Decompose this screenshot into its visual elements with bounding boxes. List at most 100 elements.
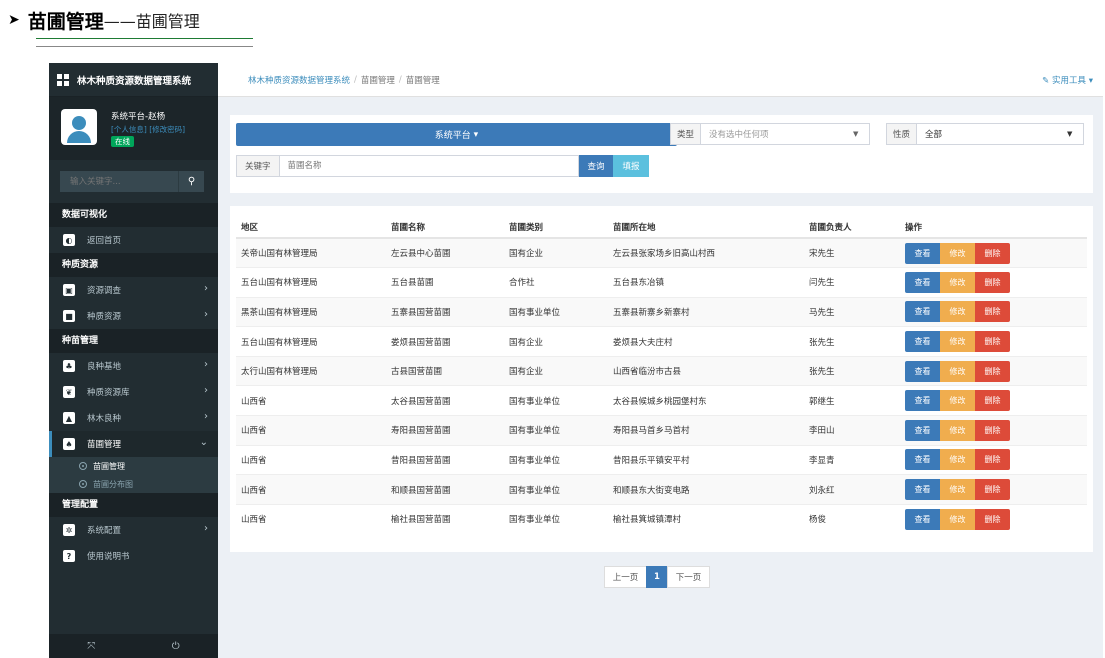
- column-header: 苗圃类别: [504, 216, 608, 239]
- chevron-down-icon: ▼: [1067, 130, 1073, 138]
- edit-button[interactable]: 修改: [940, 390, 975, 412]
- sidebar-search-input[interactable]: [60, 171, 178, 192]
- keyword-input[interactable]: [279, 156, 578, 176]
- delete-button[interactable]: 删除: [975, 301, 1010, 323]
- add-button[interactable]: 填报: [613, 155, 649, 177]
- query-button[interactable]: 查询: [579, 155, 613, 177]
- sidebar-footer: ⤧ ⏻: [49, 634, 218, 658]
- sidebar-item-nursery[interactable]: ♠ 苗圃管理 ⌄: [49, 431, 218, 457]
- table-cell: 李田山: [804, 415, 900, 446]
- delete-button[interactable]: 删除: [975, 390, 1010, 412]
- edit-button[interactable]: 修改: [940, 508, 975, 530]
- edit-button[interactable]: 修改: [940, 271, 975, 293]
- actions-cell: 查看 修改 删除: [900, 474, 1087, 505]
- delete-button[interactable]: 删除: [975, 331, 1010, 353]
- sidebar-item-survey[interactable]: ▣ 资源调查 ›: [49, 277, 218, 303]
- leaf-icon: ❦: [63, 386, 75, 398]
- sidebar-item-library[interactable]: ❦ 种质资源库 ›: [49, 379, 218, 405]
- view-button[interactable]: 查看: [905, 360, 940, 382]
- circle-icon: [79, 462, 87, 470]
- edit-button[interactable]: 修改: [940, 360, 975, 382]
- chevron-right-icon: ›: [204, 385, 208, 396]
- sidebar-item-label: 苗圃管理: [87, 440, 122, 450]
- table-cell: 山西省: [236, 415, 386, 446]
- tools-menu[interactable]: ✎ 实用工具 ▾: [1042, 74, 1093, 86]
- keyword-group: 关键字: [236, 155, 579, 177]
- delete-button[interactable]: 删除: [975, 419, 1010, 441]
- edit-button[interactable]: 修改: [940, 242, 975, 264]
- actions-cell: 查看 修改 删除: [900, 237, 1087, 268]
- fullscreen-icon[interactable]: ⤧: [49, 634, 134, 658]
- sidebar-item-base[interactable]: ♣ 良种基地 ›: [49, 353, 218, 379]
- delete-button[interactable]: 删除: [975, 479, 1010, 501]
- nursery-submenu: 苗圃管理 苗圃分布图: [49, 457, 218, 493]
- delete-button[interactable]: 删除: [975, 242, 1010, 264]
- table-row: 五台山国有林管理局 五台县苗圃 合作社 五台县东冶镇 闫先生 查看 修改 删除: [236, 267, 1087, 298]
- view-button[interactable]: 查看: [905, 271, 940, 293]
- view-button[interactable]: 查看: [905, 390, 940, 412]
- view-button[interactable]: 查看: [905, 449, 940, 471]
- table-cell: 山西省: [236, 385, 386, 416]
- submenu-item-nursery-map[interactable]: 苗圃分布图: [49, 475, 218, 493]
- table-row: 山西省 寿阳县国营苗圃 国有事业单位 寿阳县马首乡马首村 李田山 查看 修改 删除: [236, 415, 1087, 446]
- platform-dropdown[interactable]: 系统平台 ▾: [236, 123, 677, 146]
- breadcrumb-home[interactable]: 林木种质资源数据管理系统: [248, 74, 350, 86]
- submenu-label: 苗圃分布图: [93, 479, 133, 489]
- delete-button[interactable]: 删除: [975, 449, 1010, 471]
- table-cell: 榆社县箕城镇潭村: [608, 503, 804, 534]
- table-cell: 昔阳县乐平镇安平村: [608, 444, 804, 475]
- breadcrumb-separator: /: [354, 74, 357, 85]
- submenu-item-nursery-manage[interactable]: 苗圃管理: [49, 457, 218, 475]
- profile-link[interactable]: [个人信息]: [111, 125, 147, 134]
- change-password-link[interactable]: [修改密码]: [149, 125, 185, 134]
- table-cell: 五台县东冶镇: [608, 267, 804, 298]
- table-cell: 马先生: [804, 296, 900, 327]
- app-logo[interactable]: 林木种质资源数据管理系统: [49, 63, 218, 97]
- tree-icon: ♣: [63, 360, 75, 372]
- doc-heading: ➤ 苗圃管理 ——苗圃管理: [8, 6, 200, 34]
- avatar: [61, 109, 97, 145]
- table-panel: 地区 苗圃名称 苗圃类别 苗圃所在地 苗圃负责人 操作 关帝山国有林管理局 左云县…: [230, 206, 1093, 552]
- nature-select[interactable]: 性质 全部 ▼: [886, 123, 1084, 145]
- power-icon[interactable]: ⏻: [134, 634, 219, 658]
- prev-page-button[interactable]: 上一页: [604, 566, 647, 588]
- table-cell: 五寨县新寨乡新寨村: [608, 296, 804, 327]
- actions-cell: 查看 修改 删除: [900, 503, 1087, 534]
- view-button[interactable]: 查看: [905, 242, 940, 264]
- page-number-current[interactable]: 1: [646, 566, 668, 588]
- table-cell: 娄烦县大夫庄村: [608, 326, 804, 357]
- table-cell: 国有企业: [504, 326, 608, 357]
- type-value: 没有选中任何项: [709, 130, 769, 140]
- sidebar-item-manual[interactable]: ? 使用说明书: [49, 543, 218, 569]
- table-cell: 宋先生: [804, 237, 900, 268]
- sidebar-item-fine[interactable]: ▲ 林木良种 ›: [49, 405, 218, 431]
- edit-button[interactable]: 修改: [940, 419, 975, 441]
- type-select[interactable]: 类型 没有选中任何项 ▼: [670, 123, 870, 145]
- sidebar-item-config[interactable]: ✲ 系统配置 ›: [49, 517, 218, 543]
- table-cell: 国有事业单位: [504, 444, 608, 475]
- edit-button[interactable]: 修改: [940, 331, 975, 353]
- sidebar-item-home[interactable]: ◐ 返回首页: [49, 227, 218, 253]
- delete-button[interactable]: 删除: [975, 508, 1010, 530]
- view-button[interactable]: 查看: [905, 301, 940, 323]
- edit-button[interactable]: 修改: [940, 479, 975, 501]
- view-button[interactable]: 查看: [905, 331, 940, 353]
- breadcrumb: 林木种质资源数据管理系统 / 苗圃管理 / 苗圃管理 ✎ 实用工具 ▾: [218, 63, 1103, 97]
- edit-button[interactable]: 修改: [940, 449, 975, 471]
- table-cell: 郭继生: [804, 385, 900, 416]
- view-button[interactable]: 查看: [905, 508, 940, 530]
- delete-button[interactable]: 删除: [975, 271, 1010, 293]
- sidebar: 林木种质资源数据管理系统 系统平台-赵杨 [个人信息] [修改密码] 在线 ⚲ …: [49, 63, 218, 658]
- filter-panel: 系统平台 ▾ 类型 没有选中任何项 ▼ 性质 全部 ▼ 关键字 查询 填报: [230, 115, 1093, 193]
- search-button[interactable]: ⚲: [178, 171, 204, 192]
- dashboard-icon: ◐: [63, 234, 75, 246]
- sidebar-item-germplasm[interactable]: ■ 种质资源 ›: [49, 303, 218, 329]
- edit-button[interactable]: 修改: [940, 301, 975, 323]
- next-page-button[interactable]: 下一页: [667, 566, 710, 588]
- breadcrumb-level1[interactable]: 苗圃管理: [361, 74, 395, 86]
- delete-button[interactable]: 删除: [975, 360, 1010, 382]
- view-button[interactable]: 查看: [905, 479, 940, 501]
- view-button[interactable]: 查看: [905, 419, 940, 441]
- column-header: 苗圃名称: [386, 216, 504, 239]
- caret-down-icon: ▾: [1088, 76, 1093, 86]
